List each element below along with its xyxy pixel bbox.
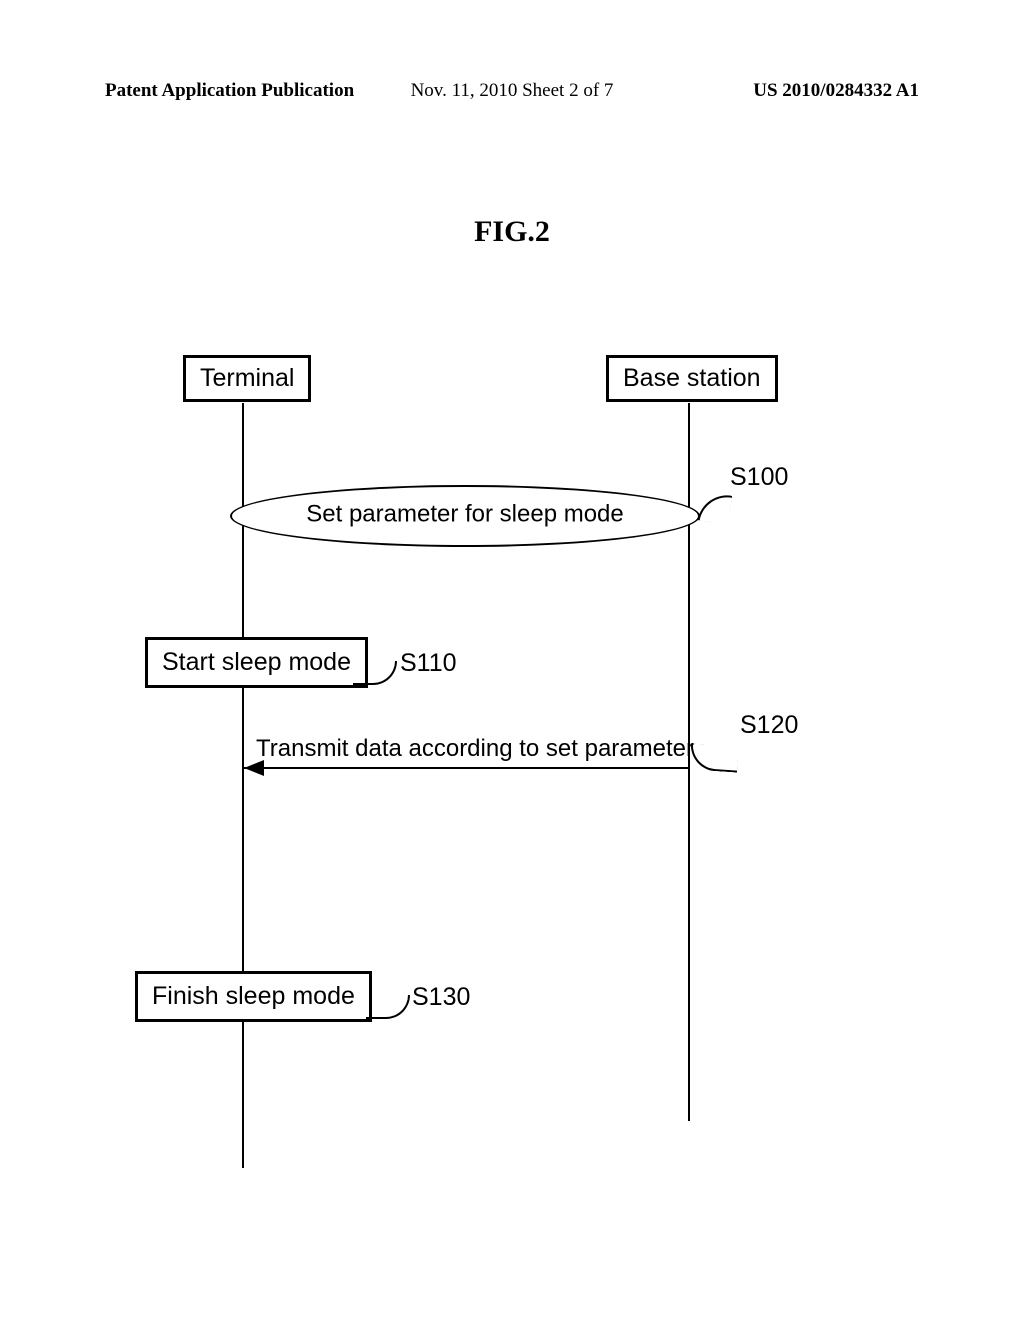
step-s100-exchange: Set parameter for sleep mode — [230, 485, 700, 547]
participant-base-station: Base station — [606, 355, 778, 402]
figure-title: FIG.2 — [474, 215, 550, 249]
arrow-head-icon — [244, 760, 264, 776]
step-s100-label: S100 — [730, 463, 788, 492]
step-s130-box: Finish sleep mode — [135, 971, 372, 1022]
s100-connector-line — [698, 491, 733, 526]
step-s130-label: S130 — [412, 983, 470, 1012]
sequence-diagram: Terminal Base station Set parameter for … — [0, 355, 1024, 1175]
page-header: Patent Application Publication Nov. 11, … — [0, 80, 1024, 102]
header-publication-type: Patent Application Publication — [105, 80, 354, 102]
step-s110-label: S110 — [400, 649, 457, 678]
header-publication-number: US 2010/0284332 A1 — [753, 80, 919, 102]
step-s120-text: Transmit data according to set parameter — [256, 735, 694, 763]
step-s110-box: Start sleep mode — [145, 637, 368, 688]
step-s120-label: S120 — [740, 711, 798, 740]
participant-terminal: Terminal — [183, 355, 311, 402]
header-date-sheet: Nov. 11, 2010 Sheet 2 of 7 — [411, 80, 614, 102]
s120-connector-line — [689, 743, 739, 772]
s110-connector-line — [353, 661, 397, 685]
s130-connector-line — [366, 995, 410, 1019]
arrow-line — [244, 767, 688, 769]
step-s100-text: Set parameter for sleep mode — [306, 501, 624, 529]
